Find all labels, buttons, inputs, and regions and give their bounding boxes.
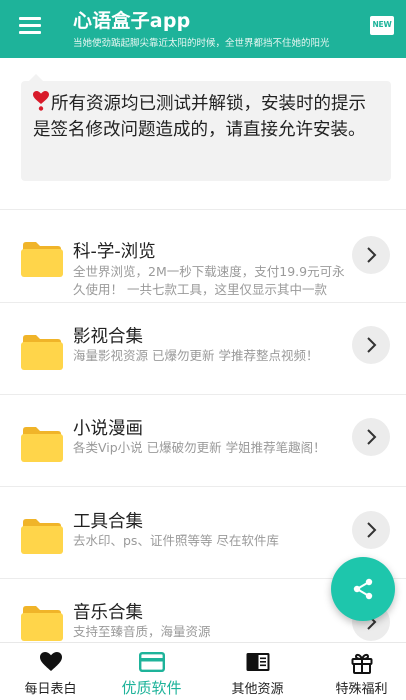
item-title: 小说漫画 [73, 419, 143, 439]
bottom-navigation: 每日表白 优质软件 其他资源 特殊福利 [0, 642, 406, 700]
chevron-right-icon[interactable] [352, 418, 390, 456]
nav-label: 其他资源 [231, 682, 284, 697]
heart-exclamation-icon [33, 91, 49, 111]
new-icon-label: NEW [372, 20, 392, 29]
item-title: 影视合集 [73, 327, 143, 347]
folder-icon [21, 606, 63, 641]
list-item[interactable]: 科-学-浏览 全世界浏览，2M一秒下载速度，支付19.9元可永久使用！ 一共七款… [0, 210, 406, 302]
nav-label: 优质软件 [121, 679, 182, 697]
top-app-bar: 心语盒子app 当她使劲踮起脚尖靠近太阳的时候，全世界都挡不住她的阳光 NEW [0, 0, 406, 58]
nav-tab-quality-software[interactable]: 优质软件 [101, 643, 202, 700]
folder-icon [21, 427, 63, 462]
item-description: 海量影视资源 已爆勿更新 学推荐整点视频！ [73, 348, 319, 363]
app-screen: 心语盒子app 当她使劲踮起脚尖靠近太阳的时候，全世界都挡不住她的阳光 NEW … [0, 0, 406, 700]
share-button[interactable] [331, 557, 395, 621]
new-icon[interactable]: NEW [370, 16, 394, 35]
folder-icon [21, 242, 63, 277]
item-description: 去水印、ps、证件照等等 尽在软件库 [73, 533, 279, 548]
gift-icon [351, 653, 372, 674]
folder-icon [21, 335, 63, 370]
app-title: 心语盒子app [73, 10, 191, 32]
app-subtitle: 当她使劲踮起脚尖靠近太阳的时候，全世界都挡不住她的阳光 [73, 38, 330, 49]
notice-text: 所有资源均已测试并解锁，安装时的提示是签名修改问题造成的，请直接允许安装。 [33, 94, 366, 140]
nav-tab-special-benefits[interactable]: 特殊福利 [311, 643, 406, 700]
nav-label: 每日表白 [24, 682, 77, 697]
nav-tab-other-resources[interactable]: 其他资源 [207, 643, 308, 700]
share-icon [353, 578, 373, 600]
chevron-right-icon[interactable] [352, 511, 390, 549]
item-description: 各类Vip小说 已爆破勿更新 学姐推荐笔趣阁！ [73, 440, 326, 455]
nav-label: 特殊福利 [335, 682, 388, 697]
nav-tab-daily-confession[interactable]: 每日表白 [0, 643, 101, 700]
notice-bubble: 所有资源均已测试并解锁，安装时的提示是签名修改问题造成的，请直接允许安装。 [21, 74, 391, 181]
notice-arrow [29, 74, 43, 81]
book-icon [246, 653, 269, 671]
menu-icon[interactable] [19, 16, 43, 36]
chevron-right-icon[interactable] [352, 326, 390, 364]
folder-icon [21, 519, 63, 554]
item-title: 工具合集 [73, 512, 143, 532]
item-title: 科-学-浏览 [73, 242, 156, 262]
card-icon [138, 652, 165, 673]
chevron-right-icon[interactable] [352, 236, 390, 274]
item-title: 音乐合集 [73, 603, 143, 623]
list-item[interactable]: 小说漫画 各类Vip小说 已爆破勿更新 学姐推荐笔趣阁！ [0, 395, 406, 487]
heart-icon [39, 652, 62, 671]
item-description: 支持至臻音质，海量资源 [73, 624, 211, 639]
item-description: 全世界浏览，2M一秒下载速度，支付19.9元可永久使用！ 一共七款工具，这里仅显… [73, 264, 345, 297]
list-item[interactable]: 影视合集 海量影视资源 已爆勿更新 学推荐整点视频！ [0, 303, 406, 395]
